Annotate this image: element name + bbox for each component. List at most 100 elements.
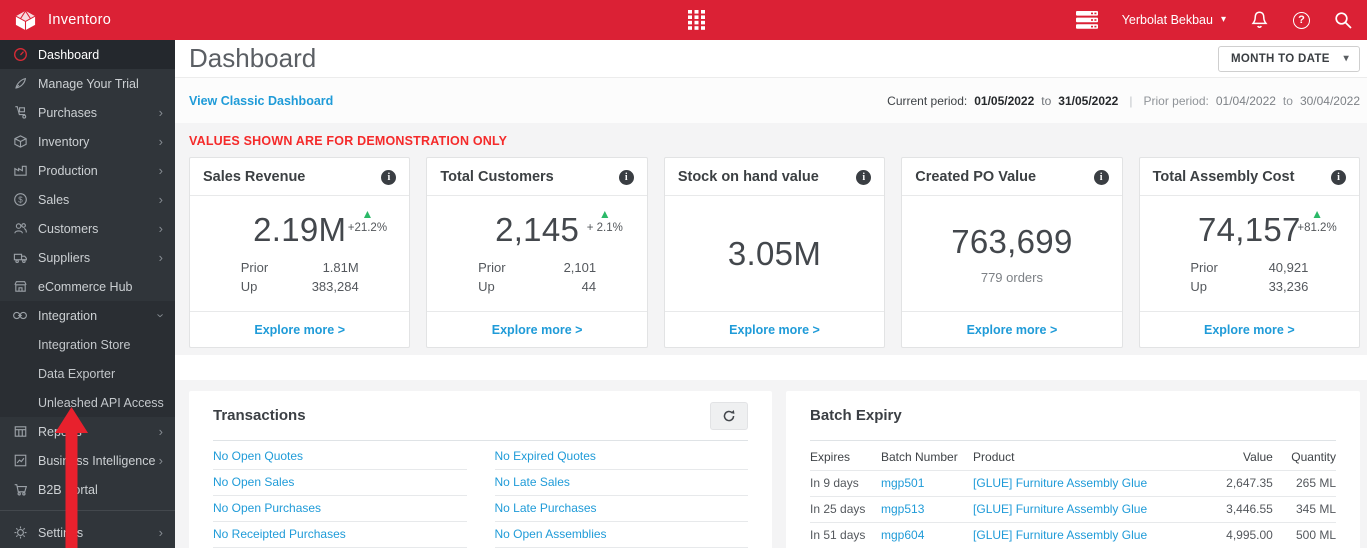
sidebar-item-production[interactable]: Production › <box>0 156 175 185</box>
table-row: In 51 days mgp604 [GLUE] Furniture Assem… <box>810 522 1336 548</box>
sidebar-item-unleashed-api-access[interactable]: Unleashed API Access <box>0 388 175 417</box>
kpi-card-total-customers: Total Customers i 2,145 ▲ + 2.1% Prior 2… <box>426 157 648 348</box>
explore-more-link[interactable]: Explore more > <box>1204 323 1295 337</box>
sidebar-item-integration[interactable]: Integration › <box>0 301 175 330</box>
sub-header: View Classic Dashboard Current period: 0… <box>175 78 1367 123</box>
sidebar-item-settings[interactable]: Settings › <box>0 518 175 547</box>
prior-period-label: Prior period: <box>1143 93 1209 108</box>
kpi-card-title: Created PO Value <box>915 169 1037 185</box>
batch-expiry-table: Expires Batch Number Product Value Quant… <box>810 443 1336 548</box>
explore-more-link[interactable]: Explore more > <box>729 323 820 337</box>
transaction-link[interactable]: No Open Sales <box>213 475 294 489</box>
product-link[interactable]: [GLUE] Furniture Assembly Glue <box>973 502 1147 516</box>
sidebar-item-b2b-portal[interactable]: B2B Portal <box>0 475 175 504</box>
info-icon[interactable]: i <box>618 169 634 185</box>
transaction-link[interactable]: No Late Purchases <box>495 501 597 515</box>
up-label: Up <box>1190 279 1207 294</box>
sidebar-item-sales[interactable]: $ Sales › <box>0 185 175 214</box>
sidebar-item-ecommerce-hub[interactable]: eCommerce Hub <box>0 272 175 301</box>
sidebar-item-business-intelligence[interactable]: Business Intelligence › <box>0 446 175 475</box>
transaction-link[interactable]: No Receipted Purchases <box>213 527 346 541</box>
section-spacer <box>175 355 1367 380</box>
notifications-bell-icon[interactable] <box>1250 10 1269 31</box>
sidebar-item-suppliers[interactable]: Suppliers › <box>0 243 175 272</box>
chevron-right-icon: › <box>158 453 163 468</box>
quantity-cell: 345 ML <box>1272 496 1336 523</box>
chevron-down-icon: › <box>153 313 169 318</box>
prior-period-from: 01/04/2022 <box>1215 93 1276 108</box>
sidebar-item-manage-your-trial[interactable]: Manage Your Trial <box>0 69 175 98</box>
server-icon[interactable] <box>1075 11 1098 29</box>
triangle-up-icon: ▲ <box>1311 206 1323 221</box>
search-icon[interactable] <box>1334 11 1353 30</box>
info-icon[interactable]: i <box>856 169 872 185</box>
kpi-card-title: Stock on hand value <box>677 169 819 185</box>
kpi-prior-block: Prior 1.81M Up 383,284 <box>241 258 359 297</box>
sidebar-item-customers[interactable]: Customers › <box>0 214 175 243</box>
refresh-button[interactable] <box>710 401 748 430</box>
app-grid-icon[interactable] <box>688 0 705 40</box>
chevron-right-icon: › <box>158 105 163 120</box>
kpi-card-stock-on-hand: Stock on hand value i 3.05M Explore more… <box>663 157 886 348</box>
info-icon[interactable]: i <box>1093 169 1109 185</box>
triangle-up-icon: ▲ <box>361 206 374 221</box>
explore-more-link[interactable]: Explore more > <box>967 323 1058 337</box>
transaction-link[interactable]: No Open Quotes <box>213 449 303 463</box>
app-logo[interactable]: Inventoro <box>14 9 111 32</box>
user-menu[interactable]: Yerbolat Bekbau ▾ <box>1122 13 1226 27</box>
explore-more-link[interactable]: Explore more > <box>254 323 345 337</box>
column-header-batch-number: Batch Number <box>881 443 974 471</box>
main-content: Dashboard MONTH TO DATE ▾ View Classic D… <box>175 40 1367 548</box>
prior-value: 2,101 <box>563 259 597 275</box>
expires-cell: In 51 days <box>810 522 881 548</box>
sidebar-item-integration-store[interactable]: Integration Store <box>0 330 175 359</box>
view-classic-dashboard-link[interactable]: View Classic Dashboard <box>189 94 333 108</box>
batch-number-link[interactable]: mgp513 <box>881 502 924 516</box>
transaction-link[interactable]: No Expired Quotes <box>495 449 596 463</box>
expires-cell: In 9 days <box>810 470 881 497</box>
user-name: Yerbolat Bekbau <box>1121 13 1213 27</box>
gauge-icon <box>12 47 28 62</box>
kpi-prior-block: Prior 2,101 Up 44 <box>478 258 596 297</box>
factory-icon <box>12 163 28 178</box>
sidebar-item-reports[interactable]: Reports › <box>0 417 175 446</box>
transaction-link[interactable]: No Late Sales <box>495 475 570 489</box>
batch-number-link[interactable]: mgp501 <box>881 476 924 490</box>
quantity-cell: 500 ML <box>1272 522 1336 548</box>
people-icon <box>12 221 28 236</box>
kpi-card-total-assembly-cost: Total Assembly Cost i 74,157 ▲ +81.2% Pr… <box>1138 157 1361 348</box>
sidebar-item-inventory[interactable]: Inventory › <box>0 127 175 156</box>
chevron-right-icon: › <box>158 221 163 236</box>
product-link[interactable]: [GLUE] Furniture Assembly Glue <box>973 528 1147 542</box>
product-link[interactable]: [GLUE] Furniture Assembly Glue <box>973 476 1147 490</box>
box-icon <box>12 134 28 149</box>
kpi-delta: ▲ + 2.1% <box>578 208 632 234</box>
transactions-panel: Transactions No Open Quotes No Expired Q… <box>189 391 772 548</box>
info-icon[interactable]: i <box>381 169 397 185</box>
prior-label: Prior <box>478 259 506 275</box>
brand-name: Inventoro <box>48 12 112 28</box>
sidebar-item-dashboard[interactable]: Dashboard <box>0 40 175 69</box>
separator: | <box>1129 93 1133 108</box>
sidebar-item-purchases[interactable]: Purchases › <box>0 98 175 127</box>
prior-value: 1.81M <box>322 259 359 275</box>
help-icon[interactable]: ? <box>1293 11 1310 29</box>
kpi-delta-percent: +81.2% <box>1297 221 1337 234</box>
sidebar-item-data-exporter[interactable]: Data Exporter <box>0 359 175 388</box>
transaction-link[interactable]: No Open Assemblies <box>495 527 607 541</box>
explore-more-link[interactable]: Explore more > <box>492 323 583 337</box>
kpi-value: 3.05M <box>727 234 822 272</box>
expires-cell: In 25 days <box>810 496 881 523</box>
kpi-card-created-po-value: Created PO Value i 763,699 779 orders Ex… <box>901 157 1123 348</box>
transactions-row: No Open Quotes No Expired Quotes <box>213 444 748 470</box>
link-icon <box>12 308 28 323</box>
storefront-icon <box>12 279 28 294</box>
batch-number-link[interactable]: mgp604 <box>881 528 924 542</box>
transaction-link[interactable]: No Open Purchases <box>213 501 321 515</box>
info-icon[interactable]: i <box>1331 169 1347 185</box>
page-title: Dashboard <box>189 43 317 73</box>
sidebar: Dashboard Manage Your Trial Purchases › … <box>0 40 175 548</box>
period-select-button[interactable]: MONTH TO DATE ▾ <box>1218 45 1360 72</box>
triangle-up-icon: ▲ <box>598 206 611 221</box>
value-cell: 2,647.35 <box>1209 470 1273 497</box>
